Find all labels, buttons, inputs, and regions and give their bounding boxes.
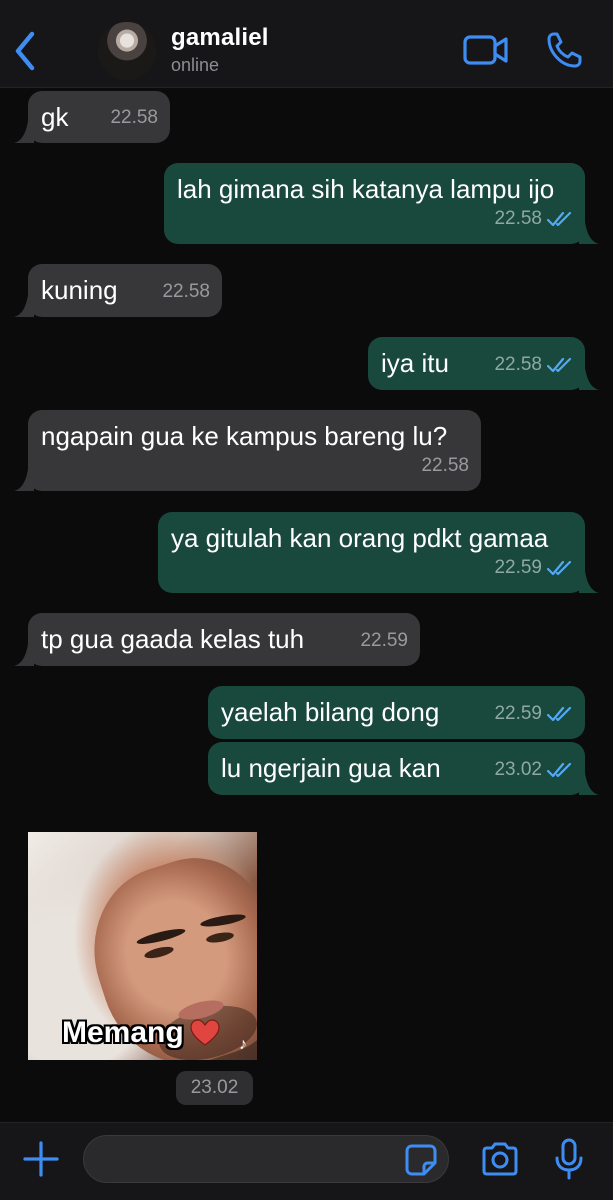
back-button[interactable] (8, 28, 44, 74)
bubble-tail (14, 644, 34, 666)
contact-name: gamaliel (171, 24, 269, 51)
sticker-time: 23.02 (176, 1071, 253, 1105)
heart-icon (190, 1019, 220, 1046)
message-bubble-incoming[interactable]: ngapain gua ke kampus bareng lu? 22.58 (14, 410, 481, 491)
camera-button[interactable] (480, 1141, 520, 1177)
message-text: lah gimana sih katanya lampu ijo (177, 174, 555, 204)
double-check-icon (547, 211, 572, 227)
message-text: tp gua gaada kelas tuh (41, 624, 305, 654)
video-camera-icon (463, 35, 508, 65)
message-bubble-incoming[interactable]: kuning 22.58 (14, 264, 222, 317)
message-time: 22.58 (494, 203, 573, 235)
message-time: 22.58 (494, 349, 573, 381)
message-text: kuning (41, 275, 118, 305)
plus-icon (23, 1141, 59, 1177)
message-time: 22.59 (360, 630, 408, 651)
sticker-icon (405, 1144, 437, 1176)
message-bubble-outgoing[interactable]: lah gimana sih katanya lampu ijo 22.58 (164, 163, 599, 244)
tiktok-icon: ♪ (239, 1036, 247, 1053)
message-bubble-incoming[interactable]: tp gua gaada kelas tuh 22.59 (14, 613, 420, 666)
message-text: yaelah bilang dong (221, 697, 440, 727)
phone-icon (547, 32, 582, 68)
chat-screen: gamaliel online gk 22.58 lah gimana sih … (0, 0, 613, 1200)
sticker-caption-text: Memang (62, 1016, 184, 1049)
bubble-tail (579, 222, 599, 244)
voice-call-button[interactable] (545, 30, 583, 70)
message-text: lu ngerjain gua kan (221, 753, 441, 783)
double-check-icon (547, 706, 572, 722)
message-time: 23.02 (494, 754, 573, 786)
message-time: 22.58 (162, 281, 210, 302)
camera-icon (482, 1142, 518, 1176)
attach-button[interactable] (22, 1140, 60, 1178)
microphone-icon (555, 1138, 583, 1180)
avatar[interactable] (98, 22, 156, 80)
message-text: gk (41, 102, 69, 132)
bubble-tail (579, 571, 599, 593)
message-bubble-outgoing[interactable]: ya gitulah kan orang pdkt gamaa 22.59 (158, 512, 599, 593)
video-call-button[interactable] (462, 32, 510, 68)
sticker-image[interactable]: Memang ♪ (28, 832, 257, 1060)
bubble-tail (579, 773, 599, 795)
input-bar (0, 1122, 613, 1200)
message-text: ngapain gua ke kampus bareng lu? (41, 421, 448, 451)
bubble-tail (579, 368, 599, 390)
message-time: 22.58 (110, 107, 158, 128)
double-check-icon (547, 762, 572, 778)
sticker-button[interactable] (404, 1143, 438, 1177)
double-check-icon (547, 560, 572, 576)
message-time: 22.59 (494, 698, 573, 730)
message-text: ya gitulah kan orang pdkt gamaa (171, 523, 549, 553)
bubble-tail (14, 295, 34, 317)
sticker-caption: Memang (62, 1016, 220, 1050)
message-bubble-incoming[interactable]: gk 22.58 (14, 91, 170, 143)
message-text: iya itu (381, 348, 449, 378)
message-bubble-outgoing[interactable]: iya itu 22.58 (368, 337, 599, 390)
bubble-tail (14, 469, 34, 491)
chevron-left-icon (15, 31, 35, 71)
message-input[interactable] (83, 1135, 449, 1183)
message-time: 22.58 (421, 455, 469, 476)
double-check-icon (547, 357, 572, 373)
contact-status: online (171, 55, 220, 75)
chat-header: gamaliel online (0, 0, 613, 88)
microphone-button[interactable] (554, 1137, 584, 1181)
bubble-tail (14, 121, 34, 143)
message-time: 22.59 (494, 552, 573, 584)
contact-info[interactable]: gamaliel online (171, 24, 269, 76)
message-bubble-outgoing[interactable]: yaelah bilang dong 22.59 (208, 686, 585, 739)
message-bubble-outgoing[interactable]: lu ngerjain gua kan 23.02 (208, 742, 599, 795)
